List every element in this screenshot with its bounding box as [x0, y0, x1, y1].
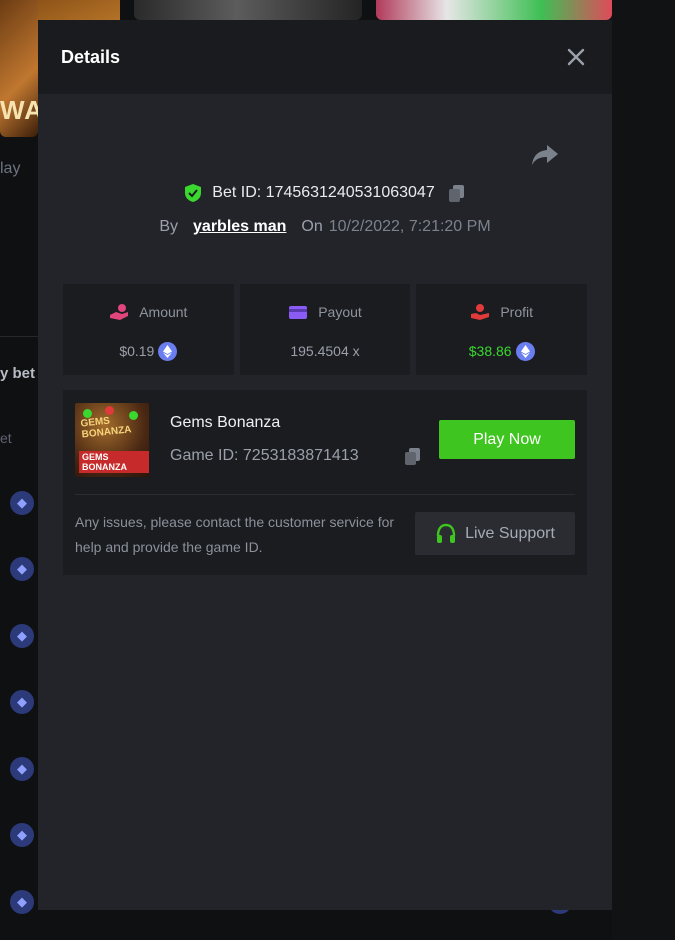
username-link[interactable]: yarbles man — [193, 218, 286, 236]
gem-icon — [105, 406, 114, 415]
bet-meta-row: By yarbles man On 10/2/2022, 7:21:20 PM — [38, 218, 612, 236]
column-header: et — [0, 430, 12, 446]
copy-icon[interactable] — [403, 446, 423, 466]
profit-label: Profit — [500, 304, 534, 320]
ethereum-icon — [515, 341, 535, 361]
payout-card: Payout 195.4504 x — [239, 284, 411, 375]
copy-icon[interactable] — [447, 183, 467, 203]
game-thumbnail[interactable]: WA — [0, 0, 38, 137]
by-label: By — [159, 218, 179, 235]
wallet-icon — [289, 306, 308, 319]
bet-stats: Amount $0.19 Payout 195.4504 x Profit $3… — [63, 284, 588, 375]
amount-card: Amount $0.19 — [63, 284, 234, 375]
profit-card: Profit $38.86 — [416, 284, 588, 375]
bet-id-row: Bet ID: 1745631240531063047 — [38, 183, 612, 203]
divider — [75, 494, 575, 495]
ethereum-icon: ◆ — [10, 690, 34, 714]
game-thumbnail[interactable] — [376, 0, 612, 20]
profit-value: $38.86 — [468, 343, 512, 359]
ethereum-icon: ◆ — [10, 624, 34, 648]
amount-label: Amount — [139, 304, 188, 320]
divider — [0, 336, 38, 337]
bet-date: 10/2/2022, 7:21:20 PM — [328, 218, 491, 235]
payout-label: Payout — [318, 304, 362, 320]
thumbnail-logo: GEMS BONANZA — [79, 451, 149, 473]
game-id-label: Game ID: — [170, 447, 243, 464]
ethereum-icon — [158, 341, 178, 361]
person-hand-icon — [471, 304, 490, 320]
on-label: On — [301, 218, 323, 235]
game-thumbnail[interactable] — [134, 0, 362, 20]
tab-my-bets[interactable]: y bet — [0, 365, 35, 382]
bet-id-value: 1745631240531063047 — [265, 184, 435, 201]
live-support-button[interactable]: Live Support — [415, 512, 575, 555]
background-panel — [612, 0, 675, 940]
game-thumbnail[interactable]: GEMS BONANZA GEMS BONANZA — [75, 403, 149, 477]
payout-value: 195.4504 x — [290, 343, 360, 359]
background-text: lay — [0, 160, 21, 177]
headset-icon — [436, 523, 456, 543]
ethereum-icon: ◆ — [10, 823, 34, 847]
ethereum-icon: ◆ — [10, 757, 34, 781]
share-icon[interactable] — [531, 143, 569, 173]
play-now-button[interactable]: Play Now — [439, 420, 575, 459]
ethereum-icon: ◆ — [10, 890, 34, 914]
bet-id-label: Bet ID: — [212, 184, 266, 201]
game-id-value: 7253183871413 — [242, 447, 359, 464]
ethereum-icon: ◆ — [10, 557, 34, 581]
game-name: Gems Bonanza — [170, 414, 281, 431]
game-id: Game ID: 7253183871413 — [170, 447, 359, 465]
support-text: Any issues, please contact the customer … — [75, 514, 395, 555]
amount-value: $0.19 — [119, 343, 155, 359]
game-card: GEMS BONANZA GEMS BONANZA Gems Bonanza G… — [63, 390, 587, 575]
live-support-label: Live Support — [465, 524, 555, 542]
bet-details-modal: Details Bet ID: 1745631240531063047 By y… — [38, 20, 612, 910]
thumbnail-text: WA — [0, 95, 38, 125]
close-icon[interactable] — [562, 43, 590, 71]
modal-title: Details — [61, 46, 121, 67]
shield-check-icon — [185, 184, 202, 202]
hand-coin-icon — [110, 304, 129, 320]
modal-header: Details — [38, 20, 612, 94]
ethereum-icon: ◆ — [10, 491, 34, 515]
